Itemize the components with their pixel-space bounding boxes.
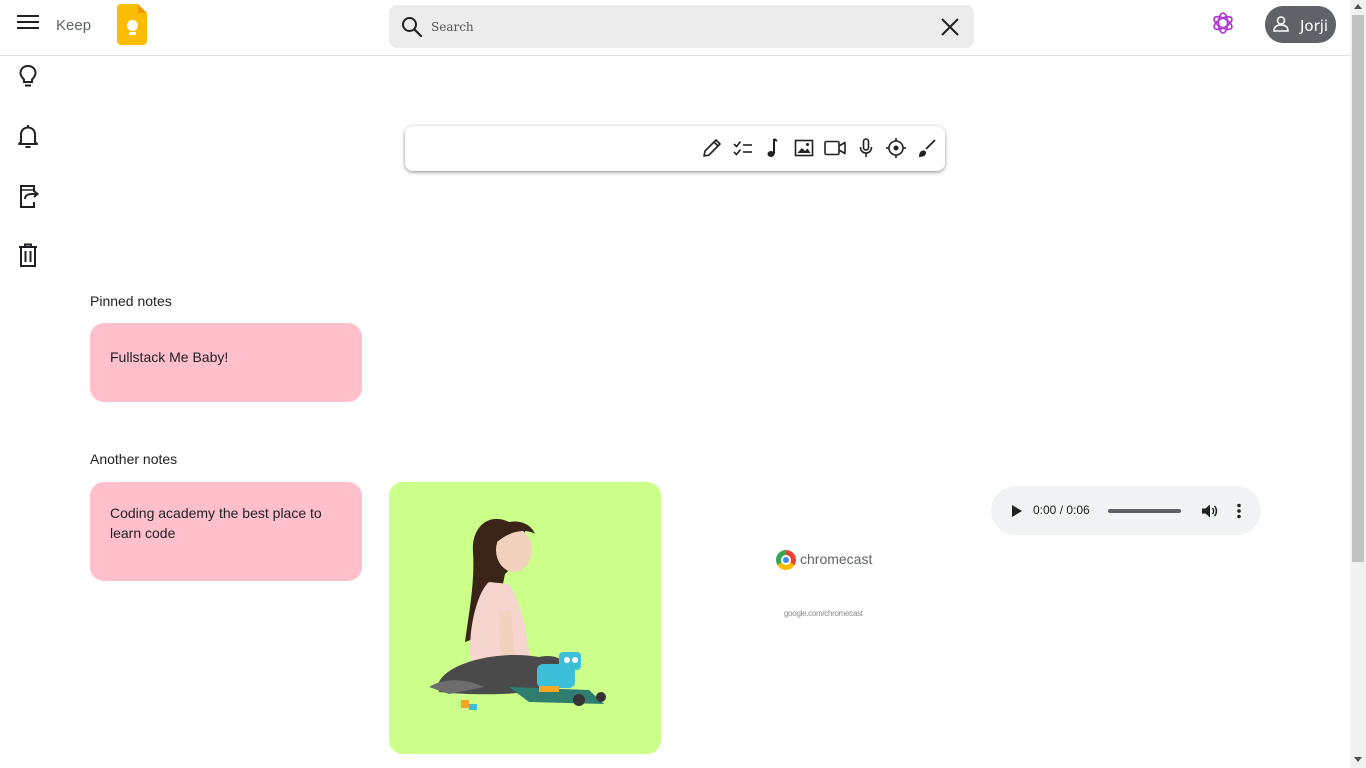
user-account-button[interactable]: Jorji bbox=[1265, 6, 1336, 43]
scrollbar-thumb[interactable] bbox=[1352, 15, 1364, 562]
user-name: Jorji bbox=[1300, 17, 1329, 35]
search-icon[interactable] bbox=[400, 15, 424, 39]
search-bar bbox=[389, 5, 974, 48]
chrome-icon bbox=[776, 550, 796, 570]
audio-player: 0:00 / 0:06 bbox=[991, 486, 1261, 535]
chromecast-brand: chromecast bbox=[800, 551, 873, 567]
checklist-icon[interactable] bbox=[731, 136, 755, 160]
microphone-icon[interactable] bbox=[854, 136, 878, 160]
bell-icon[interactable] bbox=[14, 122, 42, 150]
page-scrollbar[interactable] bbox=[1350, 0, 1366, 768]
app-header: Keep Jorji bbox=[0, 0, 1350, 56]
chromecast-link-preview[interactable]: chromecast google.com/chromecast bbox=[776, 548, 876, 624]
clear-search-icon[interactable] bbox=[938, 15, 962, 39]
more-options-icon[interactable] bbox=[1229, 501, 1249, 521]
lightbulb-icon[interactable] bbox=[14, 62, 42, 90]
volume-icon[interactable] bbox=[1199, 501, 1219, 521]
logo-bulb-base bbox=[129, 32, 136, 35]
brush-icon[interactable] bbox=[915, 136, 939, 160]
main-menu-button[interactable] bbox=[14, 10, 42, 38]
music-note-icon[interactable] bbox=[762, 136, 786, 160]
audio-progress-slider[interactable] bbox=[1108, 509, 1181, 513]
another-notes-heading: Another notes bbox=[90, 451, 178, 467]
note-text: Fullstack Me Baby! bbox=[110, 349, 229, 365]
image-note-card[interactable] bbox=[389, 482, 661, 754]
chromecast-url: google.com/chromecast bbox=[784, 609, 863, 618]
keep-lightbulb-logo bbox=[117, 4, 147, 45]
export-icon[interactable] bbox=[14, 182, 42, 210]
trash-icon[interactable] bbox=[14, 241, 42, 269]
note-card[interactable]: Coding academy the best place to learn c… bbox=[90, 482, 362, 581]
note-card[interactable]: Fullstack Me Baby! bbox=[90, 323, 362, 402]
menu-bar bbox=[17, 15, 39, 17]
logo-bulb bbox=[127, 20, 138, 31]
menu-bar bbox=[17, 27, 39, 29]
image-icon[interactable] bbox=[792, 136, 816, 160]
pinned-notes-heading: Pinned notes bbox=[90, 293, 172, 309]
location-icon[interactable] bbox=[884, 136, 908, 160]
video-icon[interactable] bbox=[823, 136, 847, 160]
app-name: Keep bbox=[56, 17, 92, 34]
girl-with-robot-image bbox=[429, 518, 606, 710]
menu-bar bbox=[17, 21, 39, 23]
note-composer[interactable] bbox=[405, 126, 945, 171]
openai-icon[interactable] bbox=[1210, 10, 1236, 36]
scroll-down-arrow-icon[interactable] bbox=[1354, 757, 1362, 762]
search-input[interactable] bbox=[431, 14, 921, 39]
pencil-icon[interactable] bbox=[700, 136, 724, 160]
audio-time: 0:00 / 0:06 bbox=[1033, 503, 1090, 517]
note-text: Coding academy the best place to learn c… bbox=[110, 505, 322, 541]
play-icon[interactable] bbox=[1007, 502, 1025, 520]
user-icon bbox=[1273, 16, 1289, 32]
scroll-up-arrow-icon[interactable] bbox=[1354, 4, 1362, 9]
